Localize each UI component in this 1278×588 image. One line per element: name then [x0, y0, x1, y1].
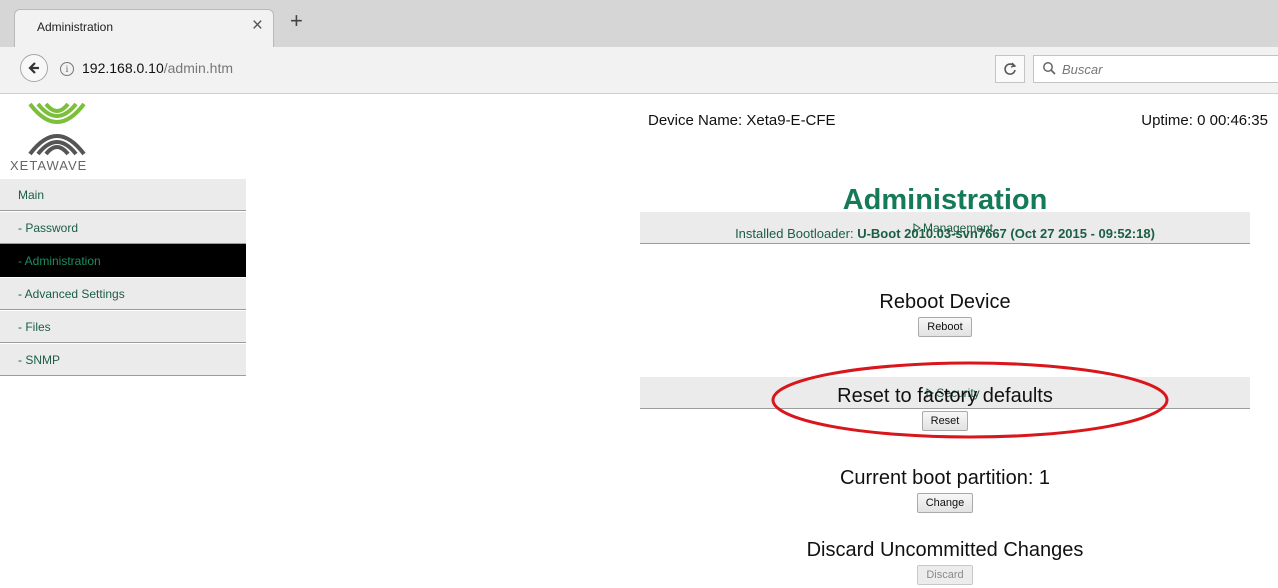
partition-section: Current boot partition: 1 Change — [640, 466, 1250, 513]
browser-navbar: i 192.168.0.10/admin.htm Buscar — [0, 47, 1278, 94]
new-tab-button[interactable]: + — [290, 10, 303, 32]
sidebar-item-label: - Administration — [18, 254, 101, 268]
sidebar-item-main[interactable]: Main — [0, 178, 246, 211]
bootloader-version: U-Boot 2010.03-svn7667 (Oct 27 2015 - 09… — [857, 226, 1155, 241]
search-placeholder: Buscar — [1062, 62, 1103, 77]
url-path: /admin.htm — [163, 60, 233, 76]
sidebar-item-label: - SNMP — [18, 353, 60, 367]
browser-tab[interactable]: Administration × — [14, 9, 274, 47]
page-title: Administration — [842, 184, 1048, 216]
sidebar-item-label: - Password — [18, 221, 79, 235]
discard-title: Discard Uncommitted Changes — [806, 539, 1084, 561]
sidebar-item-snmp[interactable]: - SNMP — [0, 343, 246, 376]
xetawave-logo: XETAWAVE — [10, 100, 110, 176]
reboot-button[interactable]: Reboot — [918, 317, 972, 337]
uptime: Uptime: 0 00:46:35 — [1141, 112, 1268, 129]
reboot-title: Reboot Device — [879, 291, 1011, 313]
logo-mark-icon — [28, 102, 86, 156]
sidebar-item-files[interactable]: - Files — [0, 310, 246, 343]
change-button[interactable]: Change — [916, 493, 974, 513]
sidebar-nav: MainNetworkRadioSerialDiagnosticsManagem… — [0, 178, 1250, 409]
info-icon[interactable]: i — [60, 62, 74, 76]
sidebar-item-password[interactable]: - Password — [0, 211, 246, 244]
sidebar-item-label: Main — [18, 188, 45, 202]
close-icon[interactable]: × — [252, 15, 263, 37]
discard-section: Discard Uncommitted Changes Discard — [640, 538, 1250, 585]
reboot-section: Reboot Device Reboot — [640, 290, 1250, 337]
logo-text: XETAWAVE — [10, 158, 88, 173]
discard-button[interactable]: Discard — [917, 565, 973, 585]
sidebar-item-advanced-settings[interactable]: - Advanced Settings — [0, 277, 246, 310]
bootloader-info: Installed Bootloader: U-Boot 2010.03-svn… — [640, 226, 1250, 241]
sidebar-item-administration[interactable]: - Administration — [0, 244, 246, 277]
search-input[interactable]: Buscar — [1033, 55, 1278, 83]
highlight-ellipse — [771, 361, 1169, 439]
address-bar[interactable]: 192.168.0.10/admin.htm — [82, 60, 233, 76]
reload-icon[interactable] — [995, 55, 1025, 83]
url-host: 192.168.0.10 — [82, 60, 164, 76]
device-name: Device Name: Xeta9-E-CFE — [648, 112, 836, 129]
bootloader-label: Installed Bootloader: — [735, 226, 858, 241]
sidebar-item-label: - Files — [18, 320, 51, 334]
browser-tabstrip: Administration × + — [0, 0, 1278, 47]
search-icon — [1043, 62, 1056, 75]
sidebar-item-label: - Advanced Settings — [18, 287, 125, 301]
back-arrow-icon[interactable] — [20, 54, 48, 82]
partition-title: Current boot partition: 1 — [839, 467, 1051, 489]
tab-title: Administration — [37, 20, 114, 34]
